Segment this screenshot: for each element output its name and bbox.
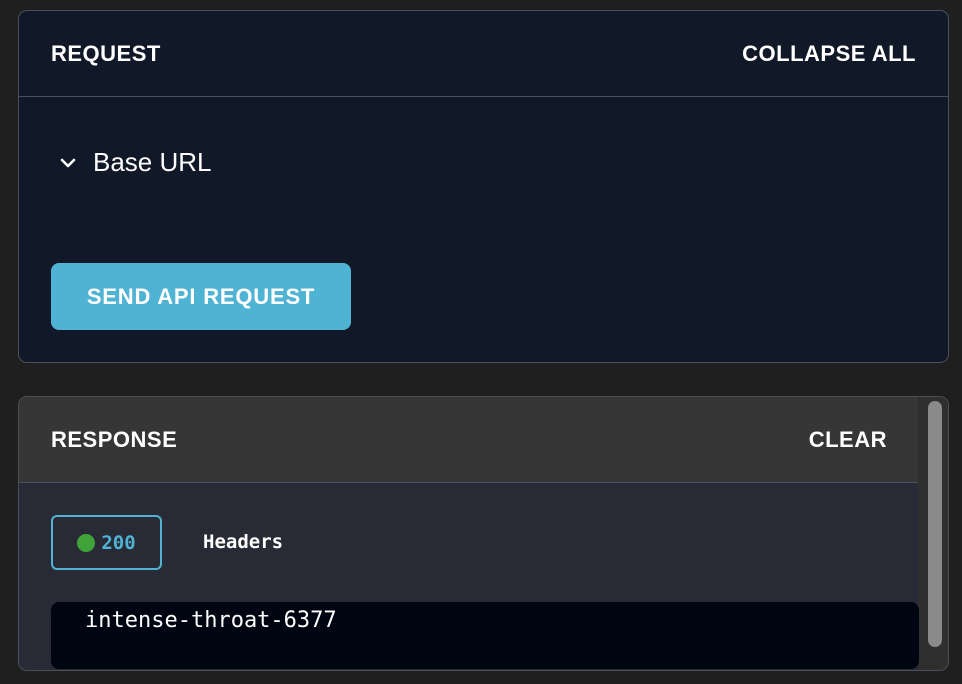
response-title: RESPONSE	[51, 427, 178, 452]
send-api-request-button[interactable]: SEND API REQUEST	[51, 263, 351, 330]
status-code: 200	[101, 531, 136, 554]
base-url-label: Base URL	[93, 147, 212, 177]
clear-button[interactable]: CLEAR	[809, 427, 887, 453]
request-header: REQUEST COLLAPSE ALL	[19, 11, 948, 97]
status-dot-icon	[77, 533, 96, 552]
scrollbar-track[interactable]	[918, 397, 948, 670]
scrollbar-thumb[interactable]	[928, 401, 942, 647]
response-body-text: intense-throat-6377	[85, 608, 337, 633]
headers-tab[interactable]: Headers	[203, 531, 283, 553]
chevron-down-icon	[60, 158, 76, 167]
request-panel: REQUEST COLLAPSE ALL Base URL SEND API R…	[18, 10, 949, 363]
request-title: REQUEST	[51, 41, 161, 66]
base-url-toggle[interactable]: Base URL	[57, 147, 212, 178]
status-tab[interactable]: 200	[51, 515, 162, 570]
collapse-all-button[interactable]: COLLAPSE ALL	[742, 41, 916, 67]
response-panel: RESPONSE CLEAR 200 Headers intense-throa…	[18, 396, 949, 671]
response-body: intense-throat-6377	[51, 602, 919, 669]
response-header: RESPONSE CLEAR	[19, 397, 919, 483]
